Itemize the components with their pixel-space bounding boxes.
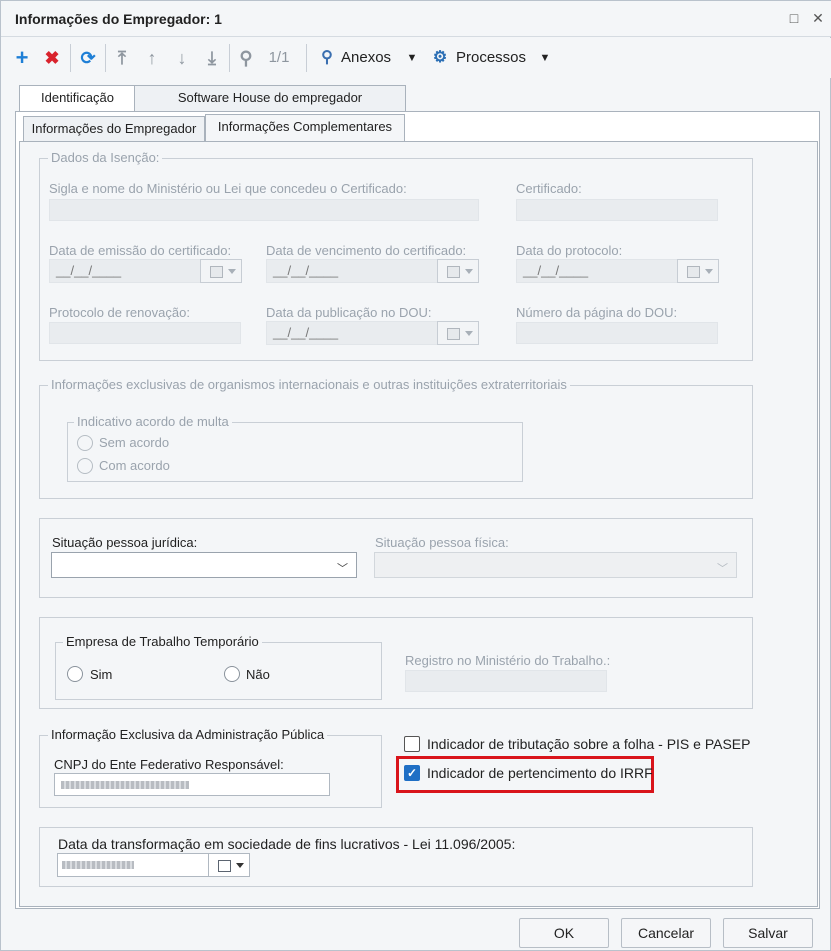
toolbar-separator bbox=[306, 44, 307, 72]
pis-pasep-label: Indicador de tributação sobre a folha - … bbox=[427, 736, 751, 752]
previous-record-icon[interactable]: ↑ bbox=[141, 47, 163, 69]
redacted-value bbox=[61, 781, 189, 789]
transformacao-calendar-button[interactable] bbox=[208, 853, 250, 877]
tab-informacoes-empregador[interactable]: Informações do Empregador bbox=[23, 116, 205, 142]
paperclip-icon[interactable]: ⚲ bbox=[319, 47, 335, 69]
anexos-menu[interactable]: Anexos bbox=[341, 47, 401, 69]
redacted-value bbox=[62, 861, 134, 869]
restore-button[interactable]: □ bbox=[783, 7, 805, 29]
close-button[interactable]: ✕ bbox=[807, 7, 829, 29]
registro-label: Registro no Ministério do Trabalho.: bbox=[405, 653, 611, 668]
sigla-label: Sigla e nome do Ministério ou Lei que co… bbox=[49, 181, 407, 196]
save-button[interactable]: Salvar bbox=[723, 918, 813, 948]
emissao-date-field: __/__/____ bbox=[49, 259, 201, 283]
search-icon[interactable]: ⚲ bbox=[235, 47, 257, 69]
vencimento-label: Data de vencimento do certificado: bbox=[266, 243, 467, 258]
protocolo-date-field: __/__/____ bbox=[516, 259, 678, 283]
calendar-icon bbox=[447, 266, 460, 278]
chevron-down-icon bbox=[236, 863, 244, 868]
toolbar-separator bbox=[229, 44, 230, 72]
chevron-down-icon: ﹀ bbox=[717, 563, 728, 575]
certificado-label: Certificado: bbox=[516, 181, 582, 196]
nao-label: Não bbox=[246, 667, 270, 682]
anexos-dropdown-icon[interactable]: ▼ bbox=[405, 47, 419, 69]
add-icon[interactable]: + bbox=[11, 47, 33, 69]
com-acordo-label: Com acordo bbox=[99, 458, 170, 473]
situacao-fisica-select: ﹀ bbox=[374, 552, 737, 578]
toolbar-separator bbox=[105, 44, 106, 72]
irrf-checkbox[interactable]: ✓ bbox=[404, 765, 420, 781]
tab-identificacao[interactable]: Identificação bbox=[19, 85, 136, 111]
refresh-icon[interactable]: ⟳ bbox=[77, 47, 99, 69]
acordo-legend: Indicativo acordo de multa bbox=[74, 415, 232, 429]
situacao-fisica-label: Situação pessoa física: bbox=[375, 535, 509, 550]
pis-pasep-checkbox[interactable] bbox=[404, 736, 420, 752]
transformacao-date-field[interactable] bbox=[57, 853, 209, 877]
calendar-icon bbox=[218, 860, 231, 872]
cnpj-label: CNPJ do Ente Federativo Responsável: bbox=[54, 757, 284, 772]
renovacao-label: Protocolo de renovação: bbox=[49, 305, 190, 320]
processos-menu[interactable]: Processos bbox=[456, 47, 536, 69]
chevron-down-icon: ﹀ bbox=[337, 563, 348, 575]
pagina-label: Número da página do DOU: bbox=[516, 305, 678, 320]
tab-software-house[interactable]: Software House do empregador bbox=[134, 85, 406, 111]
record-counter: 1/1 bbox=[268, 49, 290, 66]
temporario-legend: Empresa de Trabalho Temporário bbox=[63, 635, 262, 649]
dou-date-field: __/__/____ bbox=[266, 321, 438, 345]
cancel-button[interactable]: Cancelar bbox=[621, 918, 711, 948]
renovacao-field bbox=[49, 322, 241, 344]
emissao-label: Data de emissão do certificado: bbox=[49, 243, 232, 258]
isencao-legend: Dados da Isenção: bbox=[48, 151, 163, 165]
com-acordo-radio bbox=[77, 458, 93, 474]
registro-field bbox=[405, 670, 607, 692]
sem-acordo-label: Sem acordo bbox=[99, 435, 170, 450]
transformacao-label: Data da transformação em sociedade de fi… bbox=[58, 836, 516, 852]
chevron-down-icon bbox=[228, 269, 236, 274]
dou-label: Data da publicação no DOU: bbox=[266, 305, 432, 320]
dou-calendar-button bbox=[437, 321, 479, 345]
toolbar: + ✖ ⟳ ⤒ ↑ ↓ ⤓ ⚲ 1/1 ⚲ Anexos ▼ ⚙ Process… bbox=[1, 38, 831, 78]
toolbar-separator bbox=[70, 44, 71, 72]
calendar-icon bbox=[210, 266, 223, 278]
adm-publica-legend: Informação Exclusiva da Administração Pú… bbox=[48, 728, 328, 742]
organismos-legend: Informações exclusivas de organismos int… bbox=[48, 378, 570, 392]
irrf-label: Indicador de pertencimento do IRRF bbox=[427, 765, 653, 781]
cnpj-field[interactable] bbox=[54, 773, 330, 796]
situacao-juridica-select[interactable]: ﹀ bbox=[51, 552, 357, 578]
chevron-down-icon bbox=[465, 331, 473, 336]
protocolo-label: Data do protocolo: bbox=[516, 243, 623, 258]
vencimento-date-field: __/__/____ bbox=[266, 259, 438, 283]
emissao-calendar-button bbox=[200, 259, 242, 283]
chevron-down-icon bbox=[465, 269, 473, 274]
title-bar: Informações do Empregador: 1 □ ✕ bbox=[1, 1, 831, 37]
chevron-down-icon bbox=[705, 269, 713, 274]
situacao-juridica-label: Situação pessoa jurídica: bbox=[52, 535, 198, 550]
sim-label: Sim bbox=[90, 667, 113, 682]
calendar-icon bbox=[447, 328, 460, 340]
certificado-field bbox=[516, 199, 718, 221]
delete-icon[interactable]: ✖ bbox=[41, 47, 63, 69]
processos-dropdown-icon[interactable]: ▼ bbox=[538, 47, 552, 69]
dialog-window: Informações do Empregador: 1 □ ✕ + ✖ ⟳ ⤒… bbox=[0, 0, 831, 951]
last-record-icon[interactable]: ⤓ bbox=[201, 47, 223, 69]
protocolo-calendar-button bbox=[677, 259, 719, 283]
first-record-icon[interactable]: ⤒ bbox=[111, 47, 133, 69]
sim-radio[interactable] bbox=[67, 666, 83, 682]
nao-radio[interactable] bbox=[224, 666, 240, 682]
window-title: Informações do Empregador: 1 bbox=[15, 11, 222, 27]
gear-icon[interactable]: ⚙ bbox=[431, 47, 449, 69]
ok-button[interactable]: OK bbox=[519, 918, 609, 948]
next-record-icon[interactable]: ↓ bbox=[171, 47, 193, 69]
pagina-field bbox=[516, 322, 718, 344]
sem-acordo-radio bbox=[77, 435, 93, 451]
vencimento-calendar-button bbox=[437, 259, 479, 283]
calendar-icon bbox=[687, 266, 700, 278]
sigla-field bbox=[49, 199, 479, 221]
tab-informacoes-complementares[interactable]: Informações Complementares bbox=[205, 114, 405, 142]
